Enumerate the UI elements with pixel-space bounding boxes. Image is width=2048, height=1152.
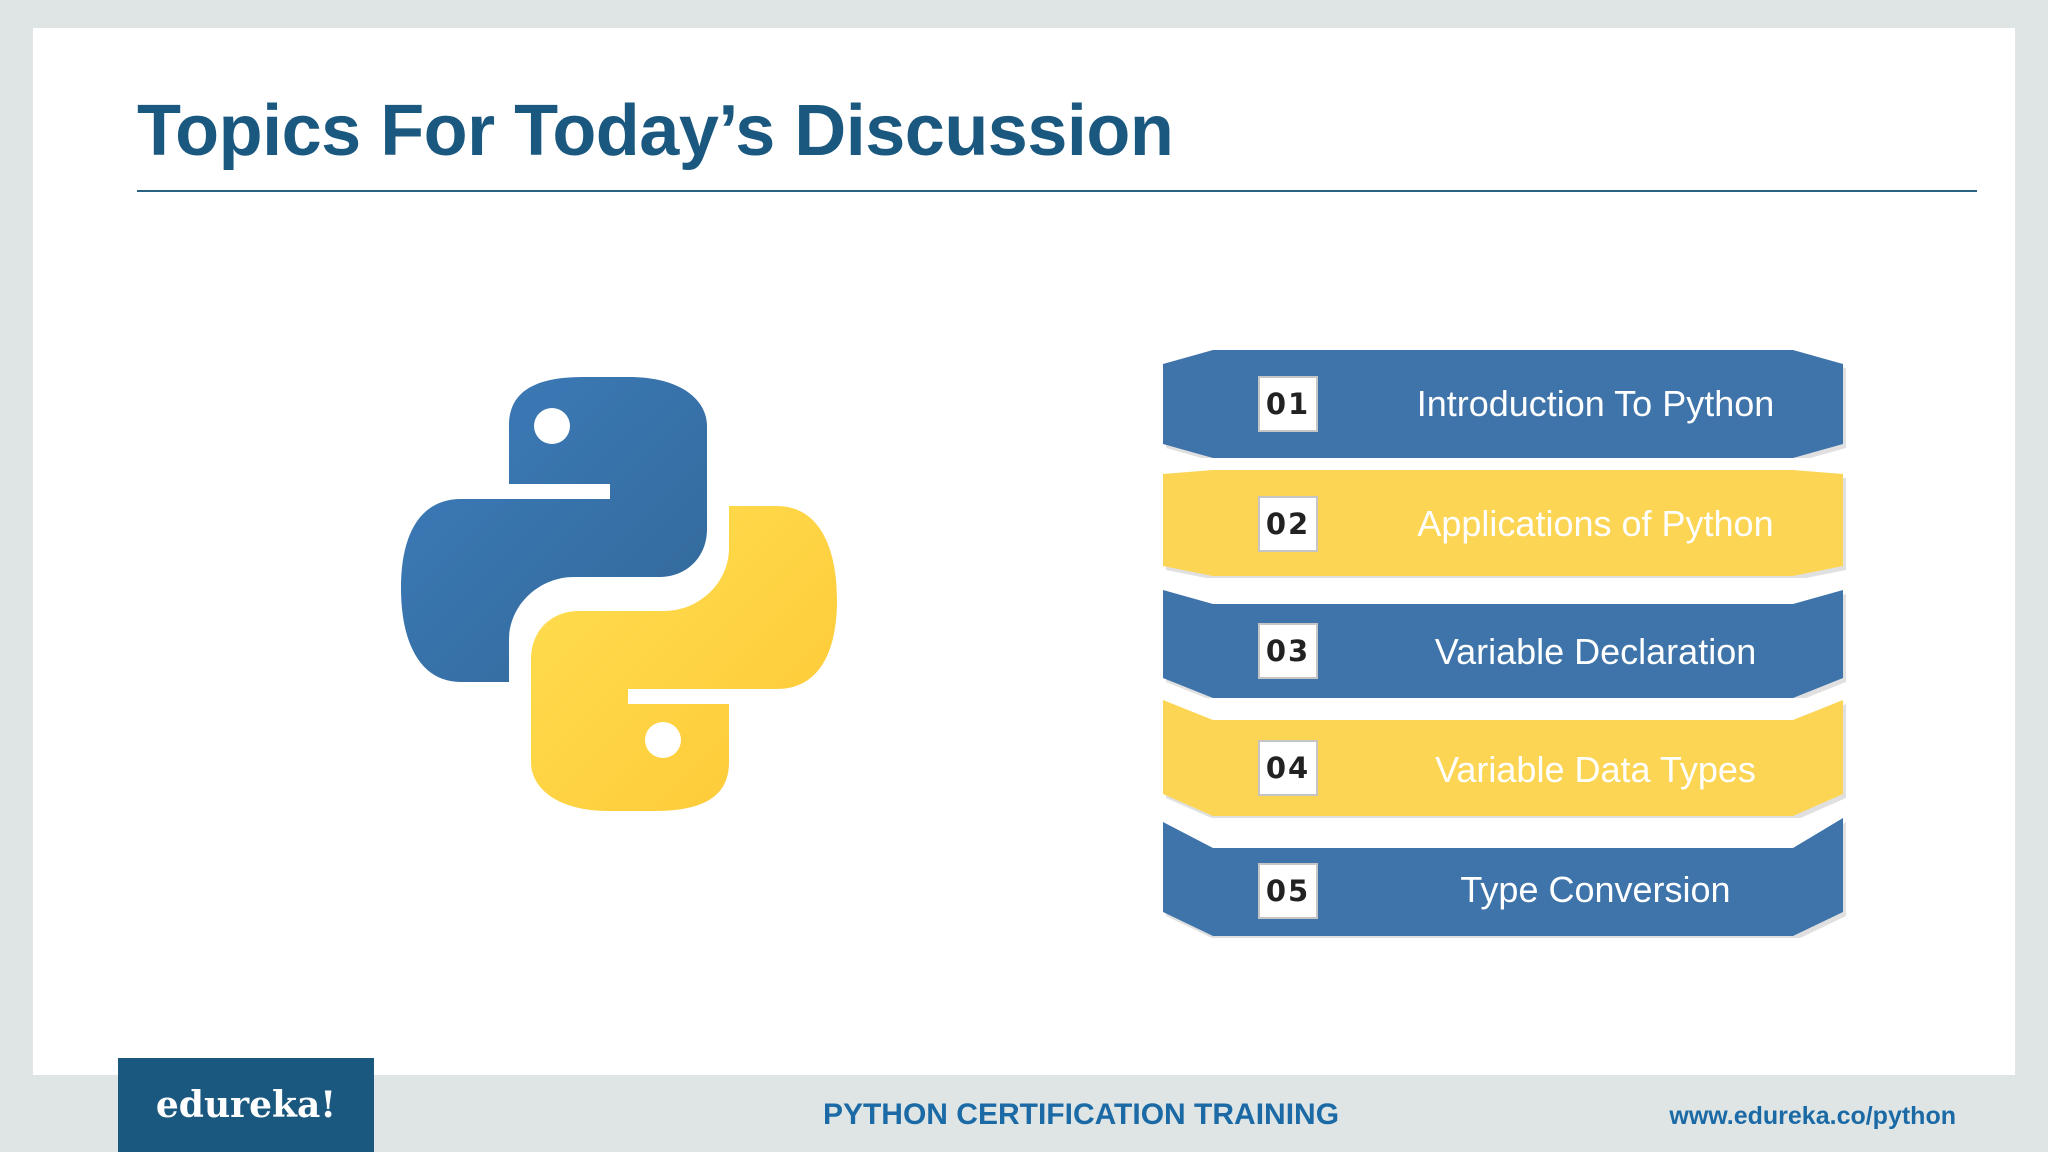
topic-label: Variable Data Types [1435,749,1756,790]
title-divider [137,190,1977,192]
topic-number: 03 [1258,623,1318,679]
topic-number: 01 [1258,376,1318,432]
website-link[interactable]: www.edureka.co/python [1669,1102,1956,1131]
topic-label: Applications of Python [1417,503,1774,544]
topic-item-5: 05 Type Conversion [1153,818,1873,938]
topic-label: Variable Declaration [1434,631,1757,672]
python-logo-icon [401,377,837,811]
topic-item-3: 03 Variable Declaration [1153,590,1873,698]
topic-item-1: 01 Introduction To Python [1153,350,1873,458]
topic-item-4: 04 Variable Data Types [1153,700,1873,818]
python-logo-yellow-eye [645,722,681,758]
python-logo-blue-eye [534,408,570,444]
topic-item-2: 02 Applications of Python [1153,470,1873,578]
topic-number: 04 [1258,740,1318,796]
topic-number: 02 [1258,496,1318,552]
slide: Topics For Today’s Discussion 01 Introdu… [33,28,2015,1075]
topic-label: Introduction To Python [1416,383,1775,424]
topic-label: Type Conversion [1460,869,1731,910]
topic-number: 05 [1258,863,1318,919]
page-title: Topics For Today’s Discussion [137,91,1174,171]
